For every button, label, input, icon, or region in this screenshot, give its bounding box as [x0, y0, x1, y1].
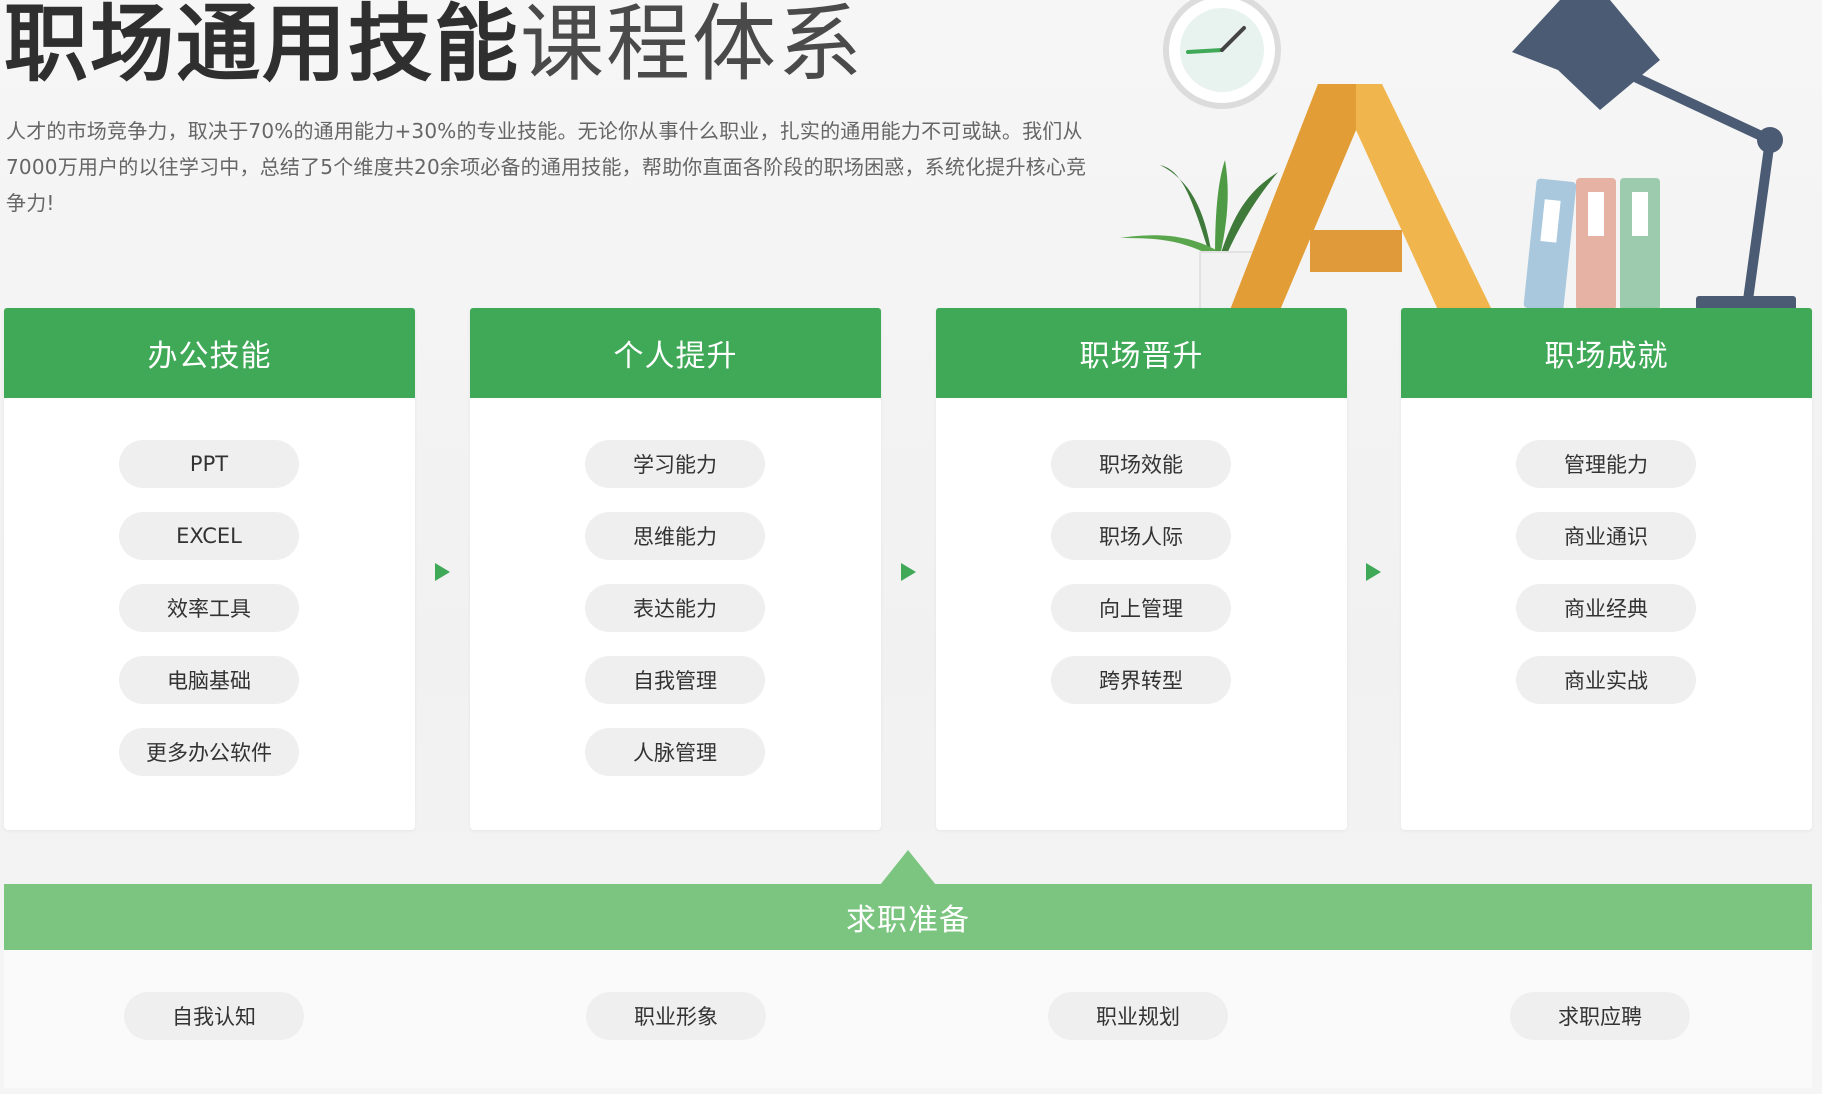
skill-pill[interactable]: EXCEL [119, 512, 299, 560]
skill-pill[interactable]: 向上管理 [1051, 584, 1231, 632]
triangle-up-icon [880, 850, 936, 885]
skill-pill[interactable]: 职场人际 [1051, 512, 1231, 560]
skill-pill[interactable]: 效率工具 [119, 584, 299, 632]
card-title: 职场晋升 [936, 308, 1347, 398]
skill-pill[interactable]: 管理能力 [1516, 440, 1696, 488]
skill-pill[interactable]: 思维能力 [585, 512, 765, 560]
foundation-pill[interactable]: 职业规划 [1048, 992, 1228, 1040]
title-light: 课程体系 [520, 0, 865, 93]
skill-pill[interactable]: 电脑基础 [119, 656, 299, 704]
foundation-pill[interactable]: 职业形象 [586, 992, 766, 1040]
skill-pill[interactable]: 商业实战 [1516, 656, 1696, 704]
skill-card-personal: 个人提升 学习能力 思维能力 表达能力 自我管理 人脉管理 [470, 308, 881, 830]
skill-pill[interactable]: 职场效能 [1051, 440, 1231, 488]
page-title: 职场通用技能课程体系 [4, 0, 864, 94]
skill-pill[interactable]: 商业经典 [1516, 584, 1696, 632]
card-title: 职场成就 [1401, 308, 1812, 398]
skill-pill[interactable]: PPT [119, 440, 299, 488]
foundation-pill[interactable]: 自我认知 [124, 992, 304, 1040]
skill-pill[interactable]: 更多办公软件 [119, 728, 299, 776]
header-illustration [1120, 0, 1796, 310]
card-title: 办公技能 [4, 308, 415, 398]
skill-pill[interactable]: 自我管理 [585, 656, 765, 704]
arrow-right-icon [435, 563, 450, 581]
foundation-title: 求职准备 [4, 884, 1812, 950]
skill-card-promotion: 职场晋升 职场效能 职场人际 向上管理 跨界转型 [936, 308, 1347, 830]
arrow-right-icon [1366, 563, 1381, 581]
intro-text: 人才的市场竞争力，取决于70%的通用能力+30%的专业技能。无论你从事什么职业，… [6, 119, 1087, 215]
skill-card-office: 办公技能 PPT EXCEL 效率工具 电脑基础 更多办公软件 [4, 308, 415, 830]
letter-a-icon [1230, 84, 1492, 310]
skill-card-achievement: 职场成就 管理能力 商业通识 商业经典 商业实战 [1401, 308, 1812, 830]
skill-pill[interactable]: 人脉管理 [585, 728, 765, 776]
skill-pill[interactable]: 表达能力 [585, 584, 765, 632]
binders-icon [1523, 178, 1660, 310]
foundation-pill[interactable]: 求职应聘 [1510, 992, 1690, 1040]
title-bold: 职场通用技能 [4, 0, 521, 93]
card-title: 个人提升 [470, 308, 881, 398]
clock-icon [1163, 0, 1281, 109]
skill-pill[interactable]: 学习能力 [585, 440, 765, 488]
skill-pill[interactable]: 跨界转型 [1051, 656, 1231, 704]
arrow-right-icon [901, 563, 916, 581]
skill-pill[interactable]: 商业通识 [1516, 512, 1696, 560]
